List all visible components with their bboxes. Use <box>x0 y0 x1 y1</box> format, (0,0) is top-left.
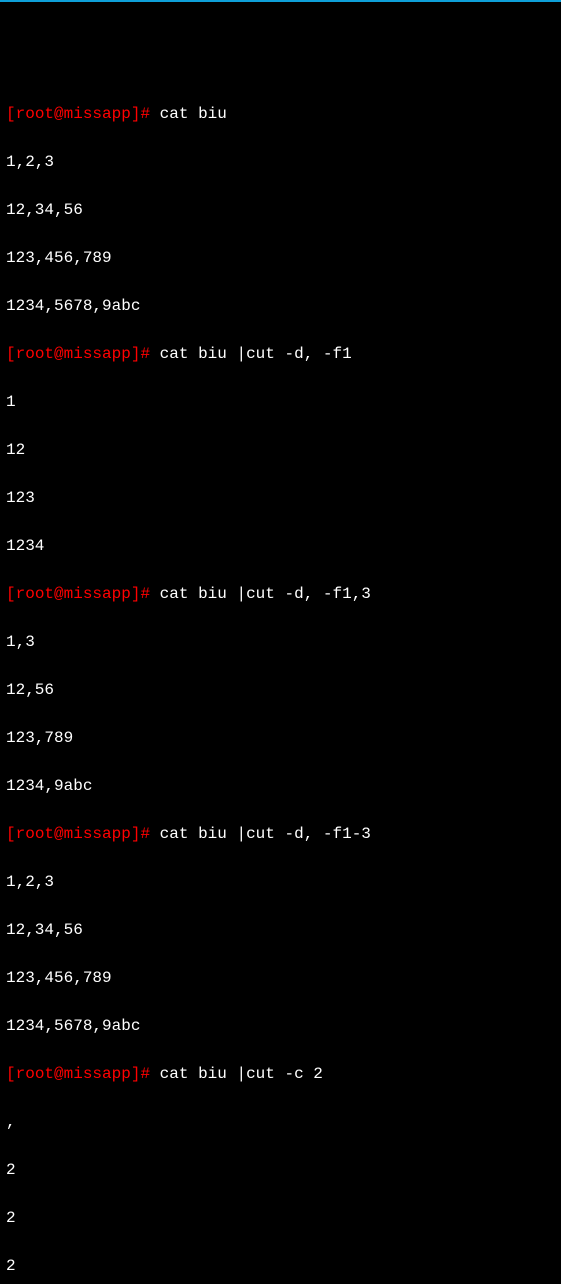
prompt-open-bracket: [ <box>6 1065 16 1083</box>
prompt-close-bracket: ] <box>131 345 141 363</box>
output-line: 1234,9abc <box>6 774 555 798</box>
output-line: 1 <box>6 390 555 414</box>
output-line: 1234,5678,9abc <box>6 1014 555 1038</box>
output-line: 12,34,56 <box>6 918 555 942</box>
output-line: 12,34,56 <box>6 198 555 222</box>
output-line: 123,456,789 <box>6 246 555 270</box>
prompt-open-bracket: [ <box>6 825 16 843</box>
prompt-close-bracket: ] <box>131 1065 141 1083</box>
output-line: 12,56 <box>6 678 555 702</box>
prompt-user: root <box>16 345 54 363</box>
output-line: 1234 <box>6 534 555 558</box>
terminal-line: [root@missapp]# cat biu <box>6 102 555 126</box>
prompt-at: @ <box>54 825 64 843</box>
prompt-open-bracket: [ <box>6 105 16 123</box>
prompt-at: @ <box>54 585 64 603</box>
prompt-close-bracket: ] <box>131 105 141 123</box>
prompt-host: missapp <box>64 105 131 123</box>
prompt-at: @ <box>54 1065 64 1083</box>
prompt-host: missapp <box>64 1065 131 1083</box>
terminal-line: [root@missapp]# cat biu |cut -d, -f1 <box>6 342 555 366</box>
output-line: 1,2,3 <box>6 870 555 894</box>
prompt-user: root <box>16 585 54 603</box>
command-text[interactable]: cat biu <box>150 105 227 123</box>
prompt-close-bracket: ] <box>131 585 141 603</box>
output-line: 123,789 <box>6 726 555 750</box>
prompt-host: missapp <box>64 585 131 603</box>
output-line: 2 <box>6 1254 555 1278</box>
output-line: 12 <box>6 438 555 462</box>
output-line: 123 <box>6 486 555 510</box>
prompt-user: root <box>16 105 54 123</box>
command-text[interactable]: cat biu |cut -d, -f1-3 <box>150 825 371 843</box>
output-line: , <box>6 1110 555 1134</box>
prompt-user: root <box>16 825 54 843</box>
terminal-line: [root@missapp]# cat biu |cut -d, -f1-3 <box>6 822 555 846</box>
output-line: 2 <box>6 1158 555 1182</box>
prompt-at: @ <box>54 345 64 363</box>
output-line: 1,2,3 <box>6 150 555 174</box>
command-text[interactable]: cat biu |cut -d, -f1 <box>150 345 352 363</box>
terminal-line: [root@missapp]# cat biu |cut -d, -f1,3 <box>6 582 555 606</box>
output-line: 1234,5678,9abc <box>6 294 555 318</box>
command-text[interactable]: cat biu |cut -c 2 <box>150 1065 323 1083</box>
prompt-close-bracket: ] <box>131 825 141 843</box>
prompt-hash: # <box>140 345 150 363</box>
prompt-hash: # <box>140 825 150 843</box>
command-text[interactable]: cat biu |cut -d, -f1,3 <box>150 585 371 603</box>
prompt-host: missapp <box>64 825 131 843</box>
prompt-hash: # <box>140 585 150 603</box>
prompt-host: missapp <box>64 345 131 363</box>
terminal-line: [root@missapp]# cat biu |cut -c 2 <box>6 1062 555 1086</box>
prompt-open-bracket: [ <box>6 585 16 603</box>
prompt-hash: # <box>140 1065 150 1083</box>
prompt-user: root <box>16 1065 54 1083</box>
output-line: 1,3 <box>6 630 555 654</box>
prompt-hash: # <box>140 105 150 123</box>
prompt-open-bracket: [ <box>6 345 16 363</box>
output-line: 2 <box>6 1206 555 1230</box>
prompt-at: @ <box>54 105 64 123</box>
output-line: 123,456,789 <box>6 966 555 990</box>
